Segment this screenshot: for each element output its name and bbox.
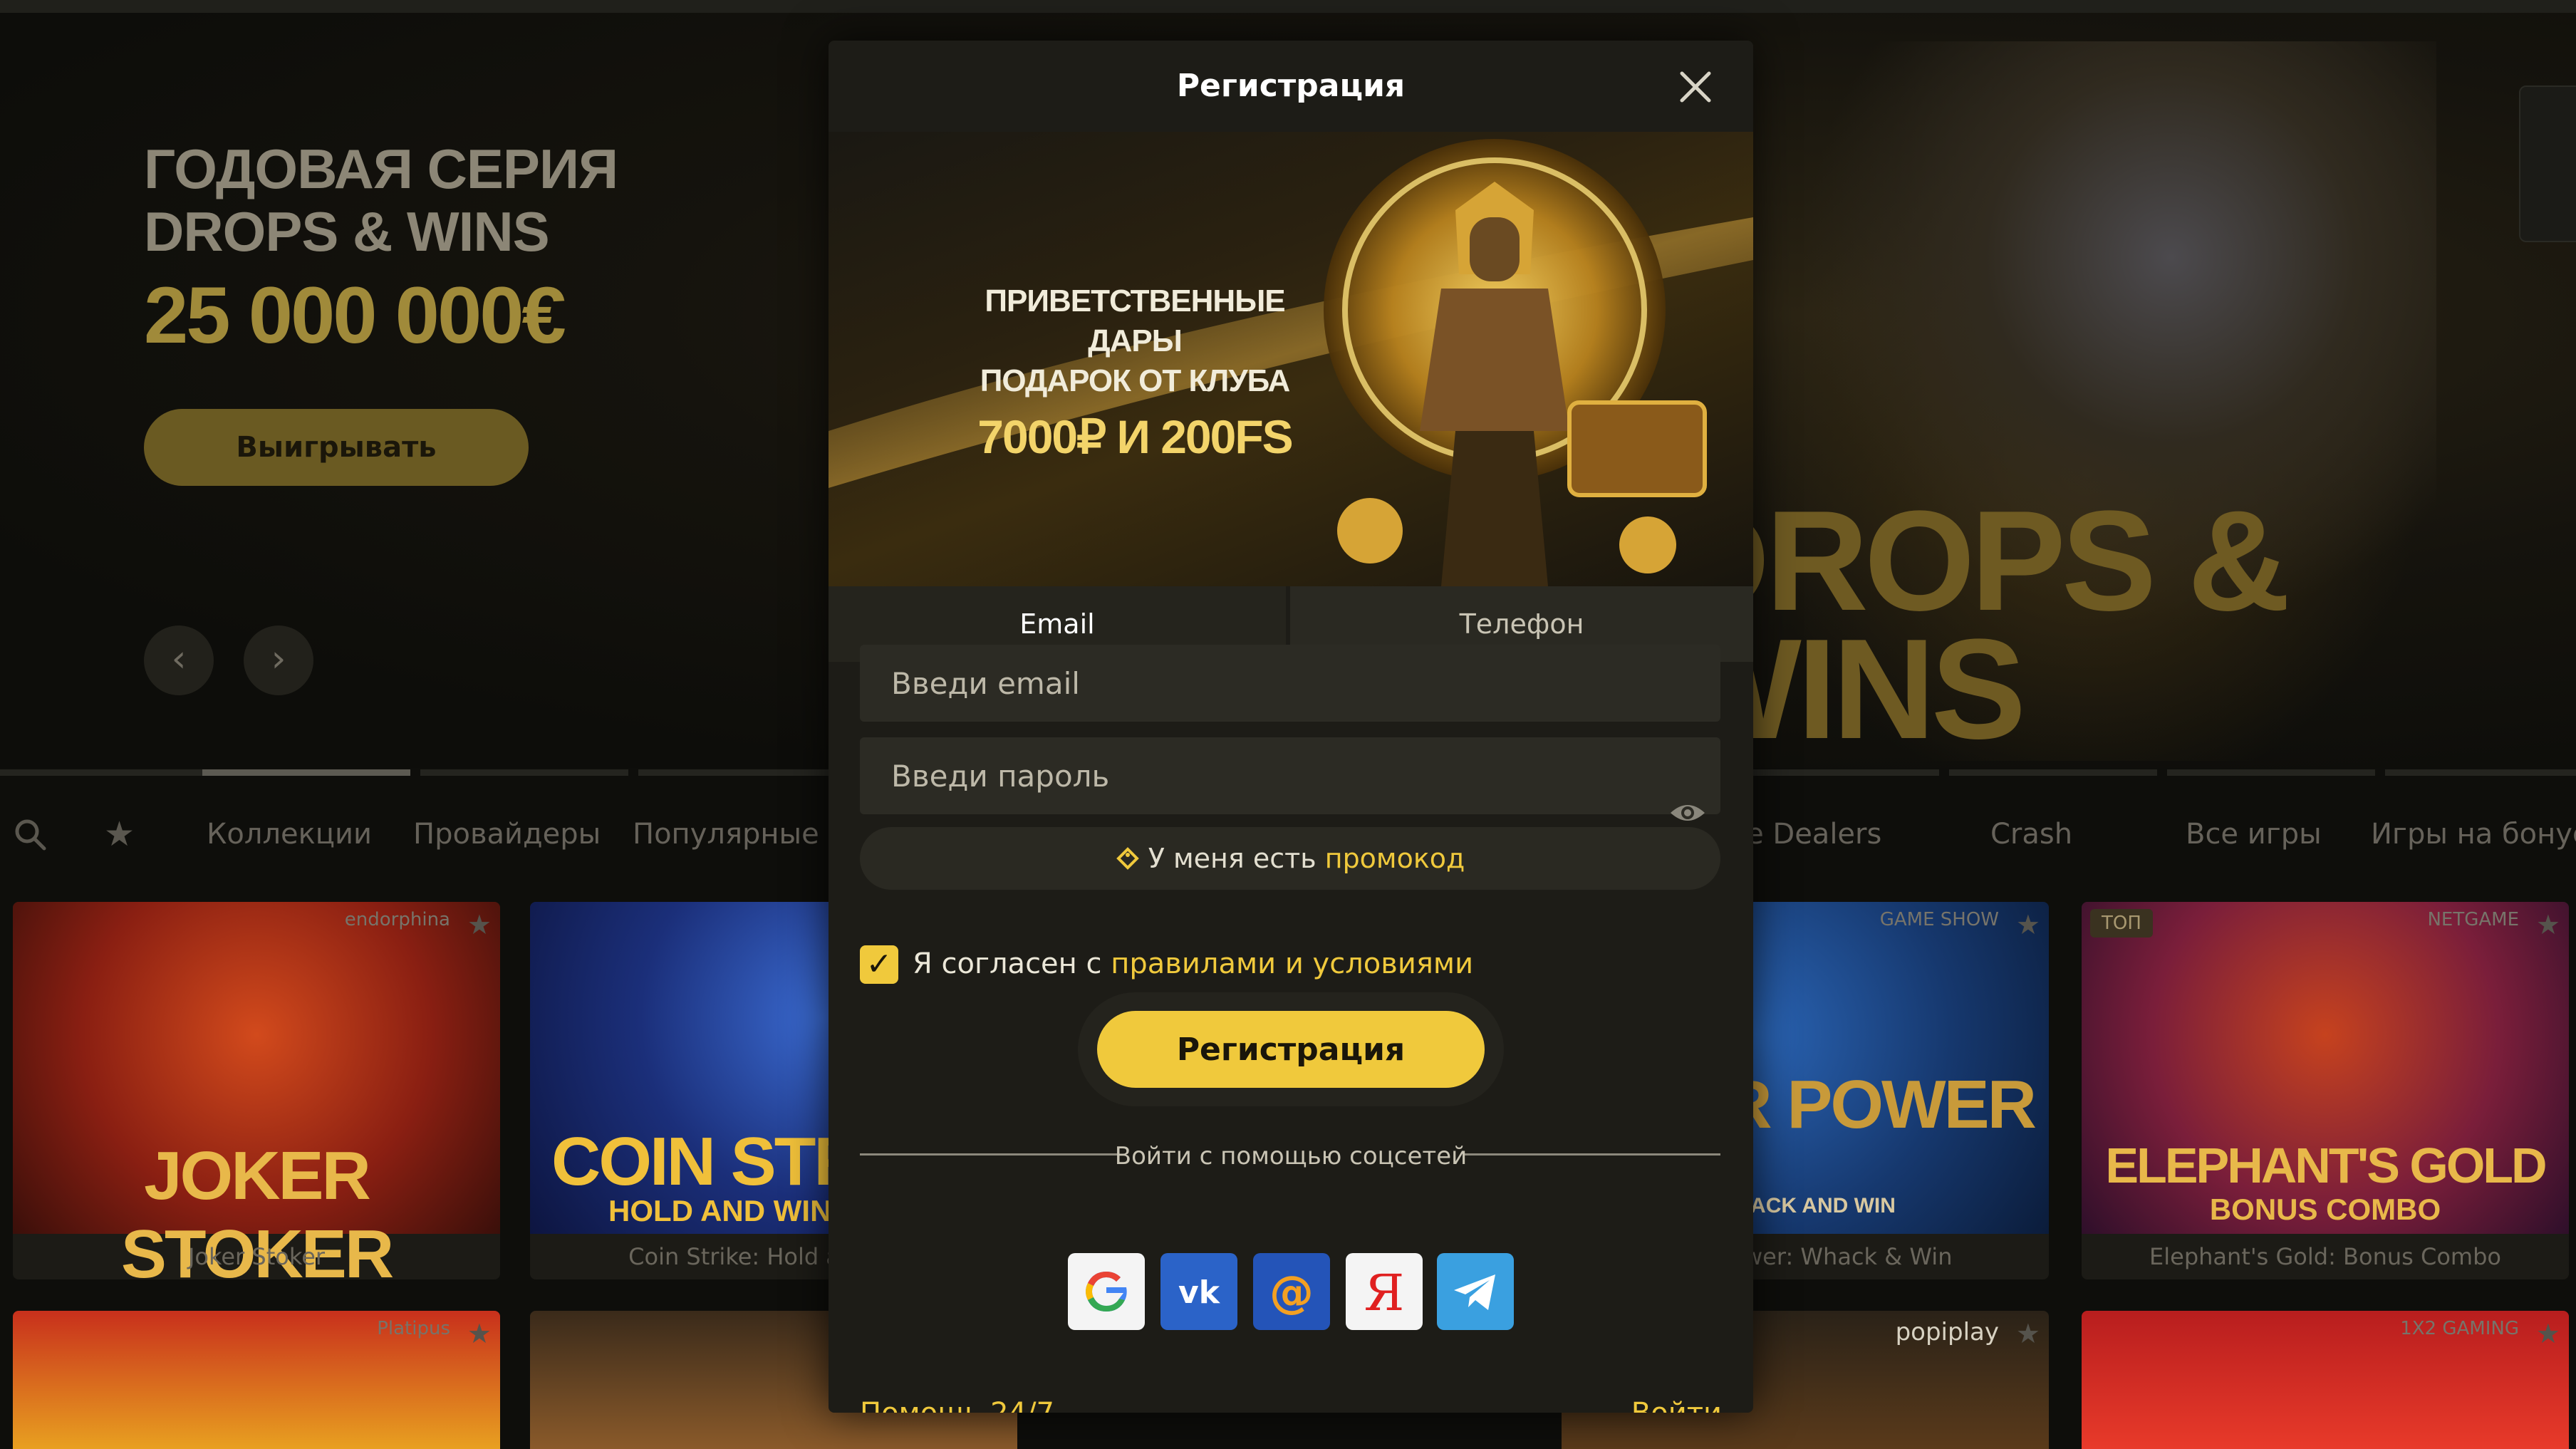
terms-link[interactable]: правилами и условиями [1111,947,1473,980]
game-name: Joker Stoker [187,1243,326,1270]
yandex-icon[interactable]: Я [1346,1253,1423,1330]
svg-text:@: @ [1269,1266,1314,1318]
close-icon[interactable] [1678,69,1713,105]
login-link[interactable]: Войти [1631,1397,1722,1413]
password-field[interactable] [860,737,1720,814]
game-thumbnail: JOKER STOKER [13,902,500,1279]
tag-icon [1116,843,1148,874]
provider-logo: GAME SHOW [1879,909,1999,930]
hero-cta-button[interactable]: Выигрывать [144,409,529,486]
divider-right [1464,1153,1720,1155]
mail-ru-icon[interactable]: @ [1253,1253,1330,1330]
carousel-dot[interactable] [1949,769,2157,776]
promo-code-toggle[interactable]: У меня есть промокод [860,827,1720,890]
telegram-icon[interactable] [1437,1253,1514,1330]
modal-title: Регистрация [1176,68,1406,104]
svg-text:vk: vk [1178,1274,1221,1311]
game-art-subtitle: BONUS COMBO [2209,1193,2441,1226]
google-icon[interactable] [1068,1253,1145,1330]
game-tile[interactable]: Platipus ★ [13,1311,500,1449]
favorite-star-icon[interactable]: ★ [467,1318,492,1349]
carousel-dot[interactable] [2167,769,2375,776]
provider-logo: 1X2 GAMING [2400,1318,2519,1339]
carousel-dot[interactable] [0,769,208,776]
favorite-star-icon[interactable]: ★ [2016,909,2040,940]
agree-text: Я согласен с [913,947,1111,980]
game-tile[interactable]: JOKER STOKER endorphina ★ Joker Stoker [13,902,500,1279]
vk-icon[interactable]: vk [1160,1253,1237,1330]
chevron-right-icon[interactable]: › [244,625,313,695]
carousel-dot-active[interactable] [202,769,410,776]
email-field[interactable] [860,645,1720,722]
promo-text: У меня есть [1148,843,1325,874]
register-button[interactable]: Регистрация [1097,1011,1485,1088]
favorite-star-icon[interactable]: ★ [467,909,492,940]
carousel-dot[interactable] [2385,769,2576,776]
provider-logo: endorphina [344,909,450,930]
game-tile[interactable]: ELEPHANT'S GOLD BONUS COMBO ТОП NETGAME … [2082,902,2569,1279]
top-badge: ТОП [2090,909,2153,938]
game-thumbnail: ELEPHANT'S GOLD BONUS COMBO [2082,902,2569,1234]
search-icon[interactable] [13,781,47,888]
top-strip [0,0,2576,13]
carousel-dot[interactable] [638,769,846,776]
game-tile[interactable]: 1X2 GAMING ★ [2082,1311,2569,1449]
help-link[interactable]: Помощь 24/7 [860,1397,1054,1413]
provider-logo: NETGAME [2427,909,2519,930]
provider-logo: Platipus [377,1318,450,1339]
favorite-star-icon[interactable]: ★ [2016,1318,2040,1349]
hero-title: ГОДОВАЯ СЕРИЯ DROPS & WINS [144,137,618,263]
category-popular[interactable]: Популярные [633,781,819,888]
agree-checkbox[interactable]: ✓ [860,945,898,984]
promo-banner: ПРИВЕТСТВЕННЫЕ ДАРЫ ПОДАРОК ОТ КЛУБА 700… [829,132,1753,586]
favorite-star-icon[interactable]: ★ [2536,1318,2560,1349]
hero-art-text: DROPS & WINS [1667,482,2290,769]
social-login-label: Войти с помощью соцсетей [1114,1142,1468,1170]
hero-prize: 25 000 000€ [144,271,566,360]
svg-text:Я: Я [1364,1264,1405,1322]
registration-modal: Регистрация ПРИВЕТСТВЕННЫЕ ДАРЫ ПОДАРОК … [829,41,1753,1413]
promo-link[interactable]: промокод [1325,843,1465,874]
side-widget[interactable] [2519,85,2576,242]
star-icon[interactable]: ★ [104,781,135,888]
banner-line-1: ПРИВЕТСТВЕННЫЕ ДАРЫ [985,284,1285,358]
game-name: Elephant's Gold: Bonus Combo [2149,1243,2501,1270]
carousel-dot[interactable] [1731,769,1939,776]
category-collections[interactable]: Коллекции [207,781,372,888]
category-bonus-games[interactable]: Игры на бонусы [2371,781,2576,888]
provider-logo: popiplay [1895,1318,1999,1346]
agree-label: Я согласен с правилами и условиями [913,942,1473,985]
divider-left [860,1153,1118,1155]
category-crash[interactable]: Crash [1990,781,2072,888]
game-art-title: ELEPHANT'S GOLD [2105,1138,2547,1193]
banner-amount: 7000₽ И 200FS [977,410,1293,463]
chevron-left-icon[interactable]: ‹ [144,625,214,695]
category-providers[interactable]: Провайдеры [413,781,601,888]
category-all-games[interactable]: Все игры [2186,781,2322,888]
banner-text: ПРИВЕТСТВЕННЫЕ ДАРЫ ПОДАРОК ОТ КЛУБА 700… [950,281,1320,472]
carousel-dot[interactable] [420,769,628,776]
banner-line-2: ПОДАРОК ОТ КЛУБА [980,363,1291,398]
favorite-star-icon[interactable]: ★ [2536,909,2560,940]
